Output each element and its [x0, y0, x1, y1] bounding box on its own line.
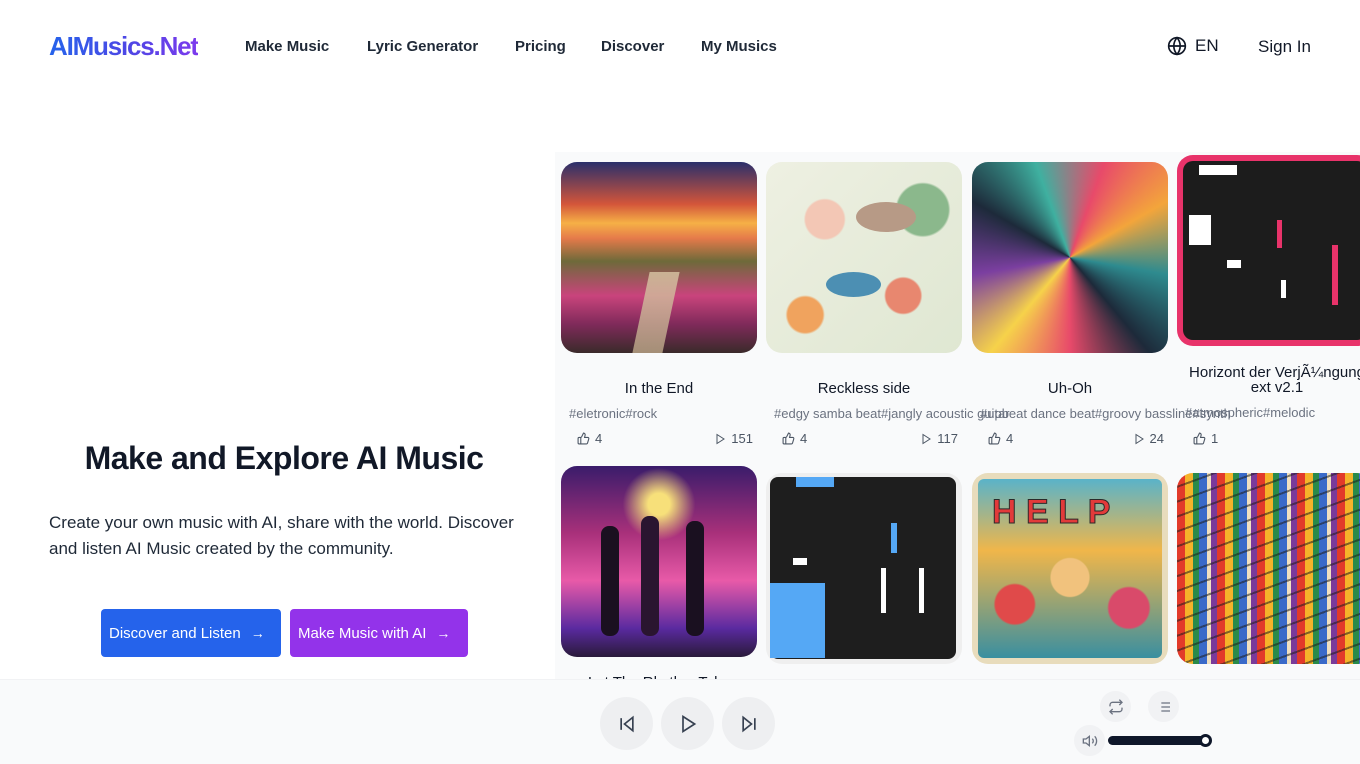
play-icon — [681, 714, 696, 733]
sign-in-link[interactable]: Sign In — [1258, 37, 1311, 57]
volume-slider[interactable] — [1108, 734, 1212, 747]
hero-description: Create your own music with AI, share wit… — [49, 513, 514, 558]
volume-handle[interactable] — [1199, 734, 1212, 747]
hero-title: Make and Explore AI Music — [84, 440, 484, 476]
song-gallery: In the End #eletronic#rock 4 151 Reckles… — [555, 152, 1360, 679]
play-button[interactable] — [661, 697, 714, 750]
discover-and-listen-button[interactable]: Discover and Listen → — [101, 609, 281, 657]
song-tags: #atmospheric#melodic — [1185, 405, 1316, 420]
nav-lyric-generator[interactable]: Lyric Generator — [367, 38, 478, 55]
skip-back-icon — [619, 715, 634, 732]
song-cover[interactable] — [766, 162, 962, 353]
song-cover[interactable]: H E L P — [972, 473, 1168, 664]
make-button-label: Make Music with AI — [298, 624, 427, 642]
play-count: 151 — [714, 431, 753, 446]
arrow-right-icon: → — [436, 625, 451, 641]
discover-button-label: Discover and Listen — [109, 624, 241, 642]
like-count: 4 — [800, 431, 808, 446]
song-cover[interactable] — [766, 473, 962, 664]
thumbs-up-icon — [1193, 432, 1206, 445]
playlist-button[interactable] — [1148, 691, 1179, 722]
song-tags: #edgy samba beat#jangly acoustic guitar — [774, 406, 1010, 421]
song-cover[interactable] — [972, 162, 1168, 353]
nav-make-music[interactable]: Make Music — [245, 38, 329, 55]
thumbs-up-icon — [577, 432, 590, 445]
play-icon — [922, 433, 932, 444]
play-icon — [716, 433, 726, 444]
repeat-icon — [1108, 698, 1123, 715]
song-title[interactable]: Reckless side — [766, 380, 962, 397]
volume-fill — [1108, 736, 1206, 745]
cover-art-text: H E L P — [991, 493, 1111, 532]
like-count: 4 — [1006, 431, 1014, 446]
list-icon — [1157, 701, 1170, 712]
song-cover[interactable] — [1177, 473, 1360, 664]
play-count: 117 — [920, 431, 958, 446]
globe-icon — [1167, 36, 1187, 56]
song-cover[interactable] — [561, 466, 757, 657]
next-track-button[interactable] — [722, 697, 775, 750]
mute-button[interactable] — [1074, 725, 1105, 756]
play-count-value: 151 — [731, 431, 753, 446]
nav-discover[interactable]: Discover — [601, 38, 664, 55]
thumbs-up-icon — [988, 432, 1001, 445]
logo[interactable]: AIMusics.Net — [49, 31, 199, 62]
song-tags: #eletronic#rock — [569, 406, 658, 421]
song-title[interactable]: Uh-Oh — [972, 380, 1168, 397]
like-button[interactable]: 4 — [988, 431, 1013, 446]
song-cover[interactable] — [561, 162, 757, 353]
play-count: 24 — [1133, 431, 1164, 446]
site-header: AIMusics.Net Make Music Lyric Generator … — [0, 0, 1360, 96]
previous-track-button[interactable] — [600, 697, 653, 750]
like-button[interactable]: 4 — [577, 431, 602, 446]
volume-icon — [1082, 734, 1097, 747]
skip-forward-icon — [741, 715, 756, 732]
like-button[interactable]: 1 — [1193, 431, 1218, 446]
like-count: 4 — [595, 431, 603, 446]
song-cover[interactable] — [1177, 155, 1360, 346]
thumbs-up-icon — [782, 432, 795, 445]
song-title[interactable]: Horizont der VerjÃ¼ngung ext v2.1 — [1177, 365, 1360, 395]
audio-player — [0, 679, 1360, 764]
song-title[interactable]: In the End — [561, 380, 757, 397]
play-icon — [1135, 433, 1144, 444]
make-music-with-ai-button[interactable]: Make Music with AI → — [290, 609, 468, 657]
play-count-value: 117 — [937, 431, 958, 446]
language-label: EN — [1195, 36, 1219, 55]
repeat-button[interactable] — [1100, 691, 1131, 722]
language-selector[interactable]: EN — [1167, 36, 1219, 56]
play-count-value: 24 — [1149, 431, 1164, 446]
nav-pricing[interactable]: Pricing — [515, 38, 566, 55]
arrow-right-icon: → — [250, 625, 265, 641]
like-count: 1 — [1211, 431, 1219, 446]
like-button[interactable]: 4 — [782, 431, 807, 446]
nav-my-musics[interactable]: My Musics — [701, 38, 777, 55]
